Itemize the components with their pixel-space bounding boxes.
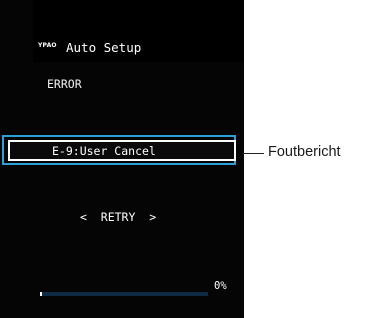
error-message: E-9:User Cancel [52,144,156,158]
status-label: ERROR [47,77,82,91]
callout-label: Foutbericht [268,144,341,160]
ypao-logo: YPAO [38,42,57,49]
callout-leader-line [242,153,264,154]
progress-percent: 0% [214,280,227,292]
progress-bar-track [40,292,208,296]
retry-button[interactable]: < RETRY > [80,210,156,224]
page-title: Auto Setup [66,40,142,55]
progress-bar-fill [40,292,42,296]
